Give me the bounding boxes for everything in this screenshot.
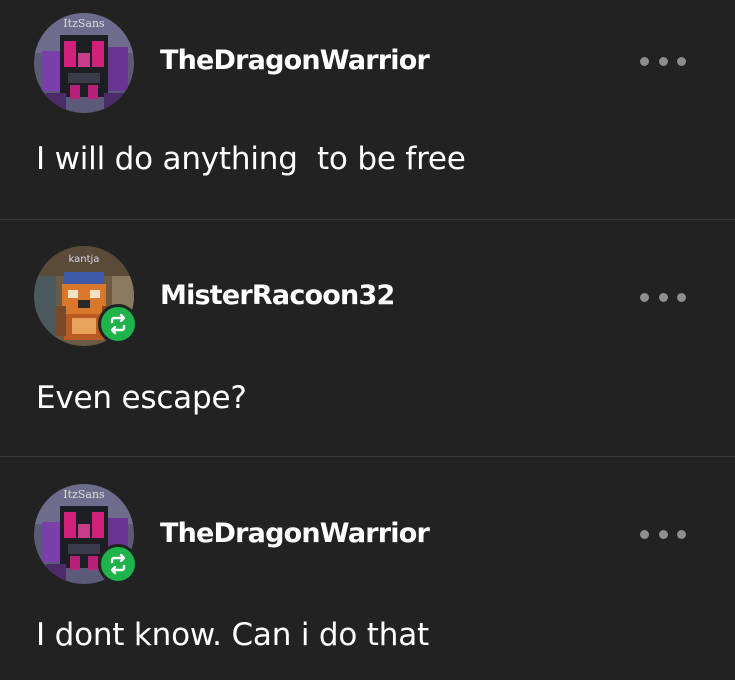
message-text: Even escape? [36,380,247,416]
username[interactable]: MisterRacoon32 [160,280,395,311]
more-options-icon[interactable] [640,524,686,544]
thread-post: ItzSans TheDragonWarrior I will do anyth… [0,0,735,219]
username[interactable]: TheDragonWarrior [160,45,430,76]
username[interactable]: TheDragonWarrior [160,518,430,549]
avatar-caption: ItzSans [63,17,105,30]
thread-post: ItzSans TheDragonWarrior I dont know. Ca… [0,457,735,680]
avatar-caption: kantja [69,254,100,265]
conversation-thread: ItzSans TheDragonWarrior I will do anyth… [0,0,735,680]
reblog-icon [98,304,138,344]
thread-post: kantja MisterRacoon32 Even escape? [0,220,735,456]
message-text: I will do anything to be free [36,141,466,177]
reblog-icon [98,544,138,584]
more-options-icon[interactable] [640,51,686,71]
message-text: I dont know. Can i do that [36,617,429,653]
avatar[interactable]: ItzSans [34,13,134,113]
avatar-caption: ItzSans [63,488,105,501]
more-options-icon[interactable] [640,287,686,307]
